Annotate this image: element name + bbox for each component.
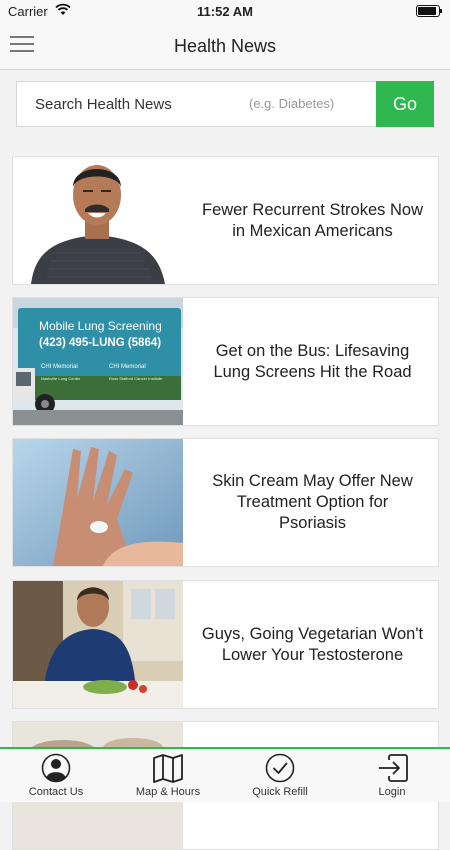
article-headline: Guys, Going Vegetarian Won't Lower Your …	[201, 624, 424, 664]
article-card-1[interactable]: Fewer Recurrent Strokes Now in Mexican A…	[12, 156, 439, 285]
article-headline: Get on the Bus: Lifesaving Lung Screens …	[213, 341, 412, 381]
search-input[interactable]: Search Health News	[35, 96, 172, 113]
search-bar[interactable]: Search Health News (e.g. Diabetes) Go	[16, 81, 434, 127]
battery-icon	[416, 5, 442, 17]
login-arrow-icon	[379, 754, 408, 782]
battery-fill	[418, 7, 436, 15]
tab-label: Login	[378, 786, 406, 798]
bus-sign-line1: Mobile Lung Screening	[39, 319, 162, 333]
page-title: Health News	[173, 36, 277, 56]
tab-login[interactable]: Login	[336, 749, 450, 802]
article-headline: Fewer Recurrent Strokes Now in Mexican A…	[202, 200, 423, 240]
bus-sign-brand-left: CHI Memorial	[41, 364, 78, 370]
bus-sign-brand-right: CHI Memorial	[109, 364, 146, 370]
bus-sign-sub2: Ross Stafford Cancer Institute	[109, 376, 163, 381]
status-time: 11:52 AM	[197, 4, 253, 19]
tab-map-hours[interactable]: Map & Hours	[112, 749, 224, 802]
article-headline: Skin Cream May Offer New Treatment Optio…	[212, 472, 413, 532]
status-bar: Carrier 11:52 AM	[0, 0, 450, 22]
person-icon	[41, 753, 71, 783]
article-card-4[interactable]: Guys, Going Vegetarian Won't Lower Your …	[12, 580, 439, 709]
article-image: Mobile Lung Screening (423) 495-LUNG (58…	[13, 298, 183, 425]
bus-sign-sub1: Nashville Lung Center	[41, 376, 81, 381]
article-image	[13, 581, 183, 708]
tab-label: Contact Us	[28, 786, 84, 798]
bus-sign-line2: (423) 495-LUNG (5864)	[39, 337, 161, 349]
checkmark-circle-icon	[265, 753, 295, 783]
tab-bar: Contact Us Map & Hours Quick Refill Logi…	[0, 747, 450, 802]
map-icon	[153, 754, 183, 783]
tab-label: Quick Refill	[252, 786, 308, 798]
article-card-2[interactable]: Mobile Lung Screening (423) 495-LUNG (58…	[12, 297, 439, 426]
article-image	[13, 157, 183, 284]
tab-quick-refill[interactable]: Quick Refill	[224, 749, 336, 802]
article-image	[13, 439, 183, 566]
nav-bar: Health News	[0, 22, 450, 70]
tab-label: Map & Hours	[135, 786, 201, 798]
search-hint: (e.g. Diabetes)	[249, 96, 335, 111]
tab-contact-us[interactable]: Contact Us	[0, 749, 112, 802]
go-button[interactable]: Go	[376, 81, 434, 127]
article-card-3[interactable]: Skin Cream May Offer New Treatment Optio…	[12, 438, 439, 567]
